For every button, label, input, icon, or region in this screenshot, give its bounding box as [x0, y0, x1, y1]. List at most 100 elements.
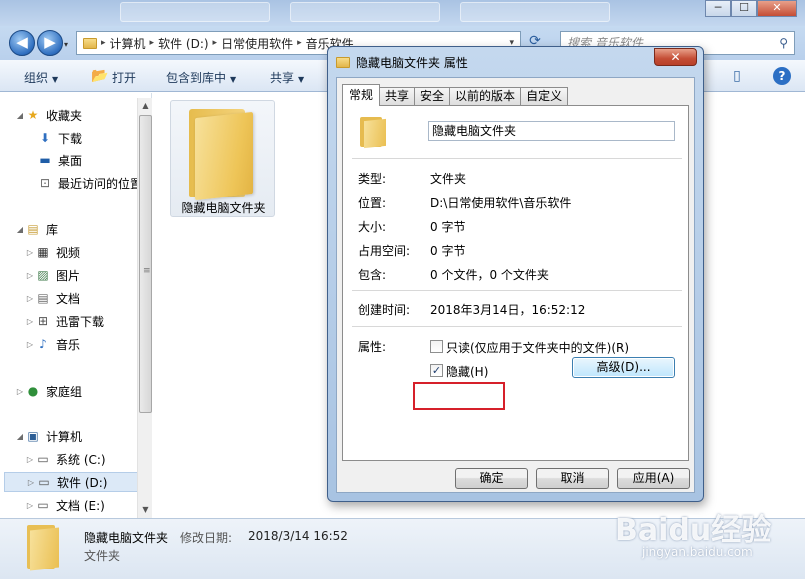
sidebar-item-homegroup[interactable]: ▷ ● 家庭组	[15, 381, 82, 401]
type-value: 文件夹	[430, 172, 467, 186]
folder-icon	[336, 57, 350, 68]
preview-pane-icon[interactable]: ▯	[728, 68, 746, 84]
breadcrumb-separator[interactable]: ▸	[297, 38, 302, 48]
breadcrumb-drive-d[interactable]: 软件 (D:)	[158, 35, 208, 52]
sidebar-item-label: 库	[46, 222, 59, 237]
details-type: 文件夹	[84, 549, 121, 563]
grip-icon: ≡	[143, 266, 151, 276]
hidden-label[interactable]: 隐藏(H)	[446, 363, 488, 380]
scroll-up-arrow-icon[interactable]: ▲	[138, 98, 153, 113]
readonly-checkbox[interactable]	[430, 340, 443, 353]
drive-icon: ▭	[37, 452, 49, 466]
breadcrumb-computer[interactable]: 计算机	[110, 35, 146, 52]
background-window-tab[interactable]	[120, 2, 270, 22]
navigation-scrollbar[interactable]: ▲ ≡ ▼	[137, 98, 152, 518]
folder-item[interactable]: 隐藏电脑文件夹	[170, 100, 275, 217]
expander-icon[interactable]: ▷	[25, 340, 35, 349]
sidebar-item-label: 系统 (C:)	[56, 452, 106, 467]
window-title-strip: ─ ☐ ✕	[0, 0, 805, 26]
sidebar-item-music[interactable]: ▷ ♪ 音乐	[25, 334, 80, 354]
folder-icon	[83, 37, 97, 49]
desktop-icon: ▬	[39, 153, 51, 167]
open-button[interactable]: 打开	[112, 69, 136, 86]
readonly-label[interactable]: 只读(仅应用于文件夹中的文件)(R)	[446, 339, 629, 356]
expander-icon[interactable]: ▷	[25, 271, 35, 280]
folder-name-field[interactable]: 隐藏电脑文件夹	[428, 121, 675, 141]
sidebar-item-favorites[interactable]: ◢ ★ 收藏夹	[15, 105, 82, 125]
tab-previous-versions[interactable]: 以前的版本	[449, 87, 522, 106]
expander-icon[interactable]: ◢	[15, 111, 25, 120]
sidebar-item-drive-e[interactable]: ▷ ▭ 文档 (E:)	[25, 495, 105, 515]
contains-value: 0 个文件，0 个文件夹	[430, 268, 549, 282]
recent-pages-dropdown[interactable]: ▾	[64, 40, 68, 49]
expander-icon[interactable]: ▷	[15, 387, 25, 396]
sidebar-item-documents[interactable]: ▷ ▤ 文档	[25, 288, 80, 308]
expander-icon[interactable]: ▷	[26, 478, 36, 487]
share-menu[interactable]: 共享 ▼	[270, 69, 304, 86]
location-label: 位置:	[358, 196, 387, 210]
organize-menu[interactable]: 组织 ▼	[24, 69, 58, 86]
sidebar-item-recent-places[interactable]: ⊡ 最近访问的位置	[37, 173, 142, 193]
minimize-button[interactable]: ─	[705, 0, 731, 17]
created-label: 创建时间:	[358, 303, 411, 317]
search-icon[interactable]: ⚲	[779, 32, 788, 54]
include-in-library-menu[interactable]: 包含到库中 ▼	[166, 69, 236, 86]
sidebar-item-thunder-downloads[interactable]: ▷ ⊞ 迅雷下载	[25, 311, 104, 331]
expander-icon[interactable]: ▷	[25, 455, 35, 464]
library-icon: ▤	[27, 222, 39, 236]
hidden-checkbox[interactable]: ✓	[430, 364, 443, 377]
music-icon: ♪	[39, 337, 47, 351]
sidebar-item-label: 文档	[56, 291, 81, 306]
folder-item-label: 隐藏电脑文件夹	[181, 201, 266, 215]
tab-security[interactable]: 安全	[414, 87, 451, 106]
tab-general[interactable]: 常规	[342, 84, 381, 106]
include-in-library-label: 包含到库中	[166, 71, 227, 85]
properties-dialog: 隐藏电脑文件夹 属性 ✕ 常规 共享 安全 以前的版本 自定义 隐藏电脑文件夹 …	[327, 46, 704, 502]
sidebar-item-pictures[interactable]: ▷ ▨ 图片	[25, 265, 80, 285]
sidebar-item-libraries[interactable]: ◢ ▤ 库	[15, 219, 58, 239]
scroll-thumb[interactable]: ≡	[139, 115, 152, 413]
folder-icon	[185, 109, 255, 201]
sidebar-item-downloads[interactable]: ⬇ 下载	[37, 128, 82, 148]
back-button[interactable]: ◀	[9, 30, 35, 56]
expander-icon[interactable]: ◢	[15, 432, 25, 441]
forward-button[interactable]: ▶	[37, 30, 63, 56]
dropdown-arrow-icon: ▼	[298, 75, 305, 84]
scroll-down-arrow-icon[interactable]: ▼	[138, 502, 153, 517]
sidebar-item-label: 视频	[56, 245, 81, 260]
location-value: D:\日常使用软件\音乐软件	[430, 196, 572, 210]
breadcrumb-separator[interactable]: ▸	[213, 38, 218, 48]
dialog-title: 隐藏电脑文件夹 属性	[336, 54, 468, 71]
expander-icon[interactable]: ▷	[25, 501, 35, 510]
help-button[interactable]: ?	[773, 67, 791, 85]
sidebar-item-desktop[interactable]: ▬ 桌面	[37, 150, 82, 170]
background-window-tab[interactable]	[290, 2, 440, 22]
background-window-tab[interactable]	[460, 2, 610, 22]
expander-icon[interactable]: ▷	[25, 294, 35, 303]
breadcrumb-separator[interactable]: ▸	[150, 38, 155, 48]
breadcrumb-separator[interactable]: ▸	[101, 38, 106, 48]
sidebar-item-videos[interactable]: ▷ ▦ 视频	[25, 242, 80, 262]
dropdown-arrow-icon: ▼	[52, 75, 59, 84]
maximize-button[interactable]: ☐	[731, 0, 757, 17]
sidebar-item-drive-c[interactable]: ▷ ▭ 系统 (C:)	[25, 449, 106, 469]
tab-customize[interactable]: 自定义	[520, 87, 569, 106]
expander-icon[interactable]: ▷	[25, 317, 35, 326]
cancel-button[interactable]: 取消	[536, 468, 609, 489]
dialog-close-button[interactable]: ✕	[654, 48, 697, 66]
expander-icon[interactable]: ▷	[25, 248, 35, 257]
apply-button[interactable]: 应用(A)	[617, 468, 690, 489]
expander-icon[interactable]: ◢	[15, 225, 25, 234]
sidebar-item-label: 最近访问的位置	[58, 176, 143, 191]
close-button[interactable]: ✕	[757, 0, 797, 17]
tab-sharing[interactable]: 共享	[379, 87, 416, 106]
breadcrumb-daily-software[interactable]: 日常使用软件	[221, 35, 293, 52]
tab-strip: 常规 共享 安全 以前的版本 自定义	[342, 84, 569, 106]
sidebar-item-computer[interactable]: ◢ ▣ 计算机	[15, 426, 82, 446]
sidebar-item-label: 下载	[58, 131, 83, 146]
folder-icon	[25, 525, 59, 571]
ok-button[interactable]: 确定	[455, 468, 528, 489]
watermark-url: jingyan.baidu.com	[642, 545, 753, 559]
sidebar-item-drive-d[interactable]: ▷ ▭ 软件 (D:)	[4, 472, 144, 492]
advanced-button[interactable]: 高级(D)...	[572, 357, 675, 378]
